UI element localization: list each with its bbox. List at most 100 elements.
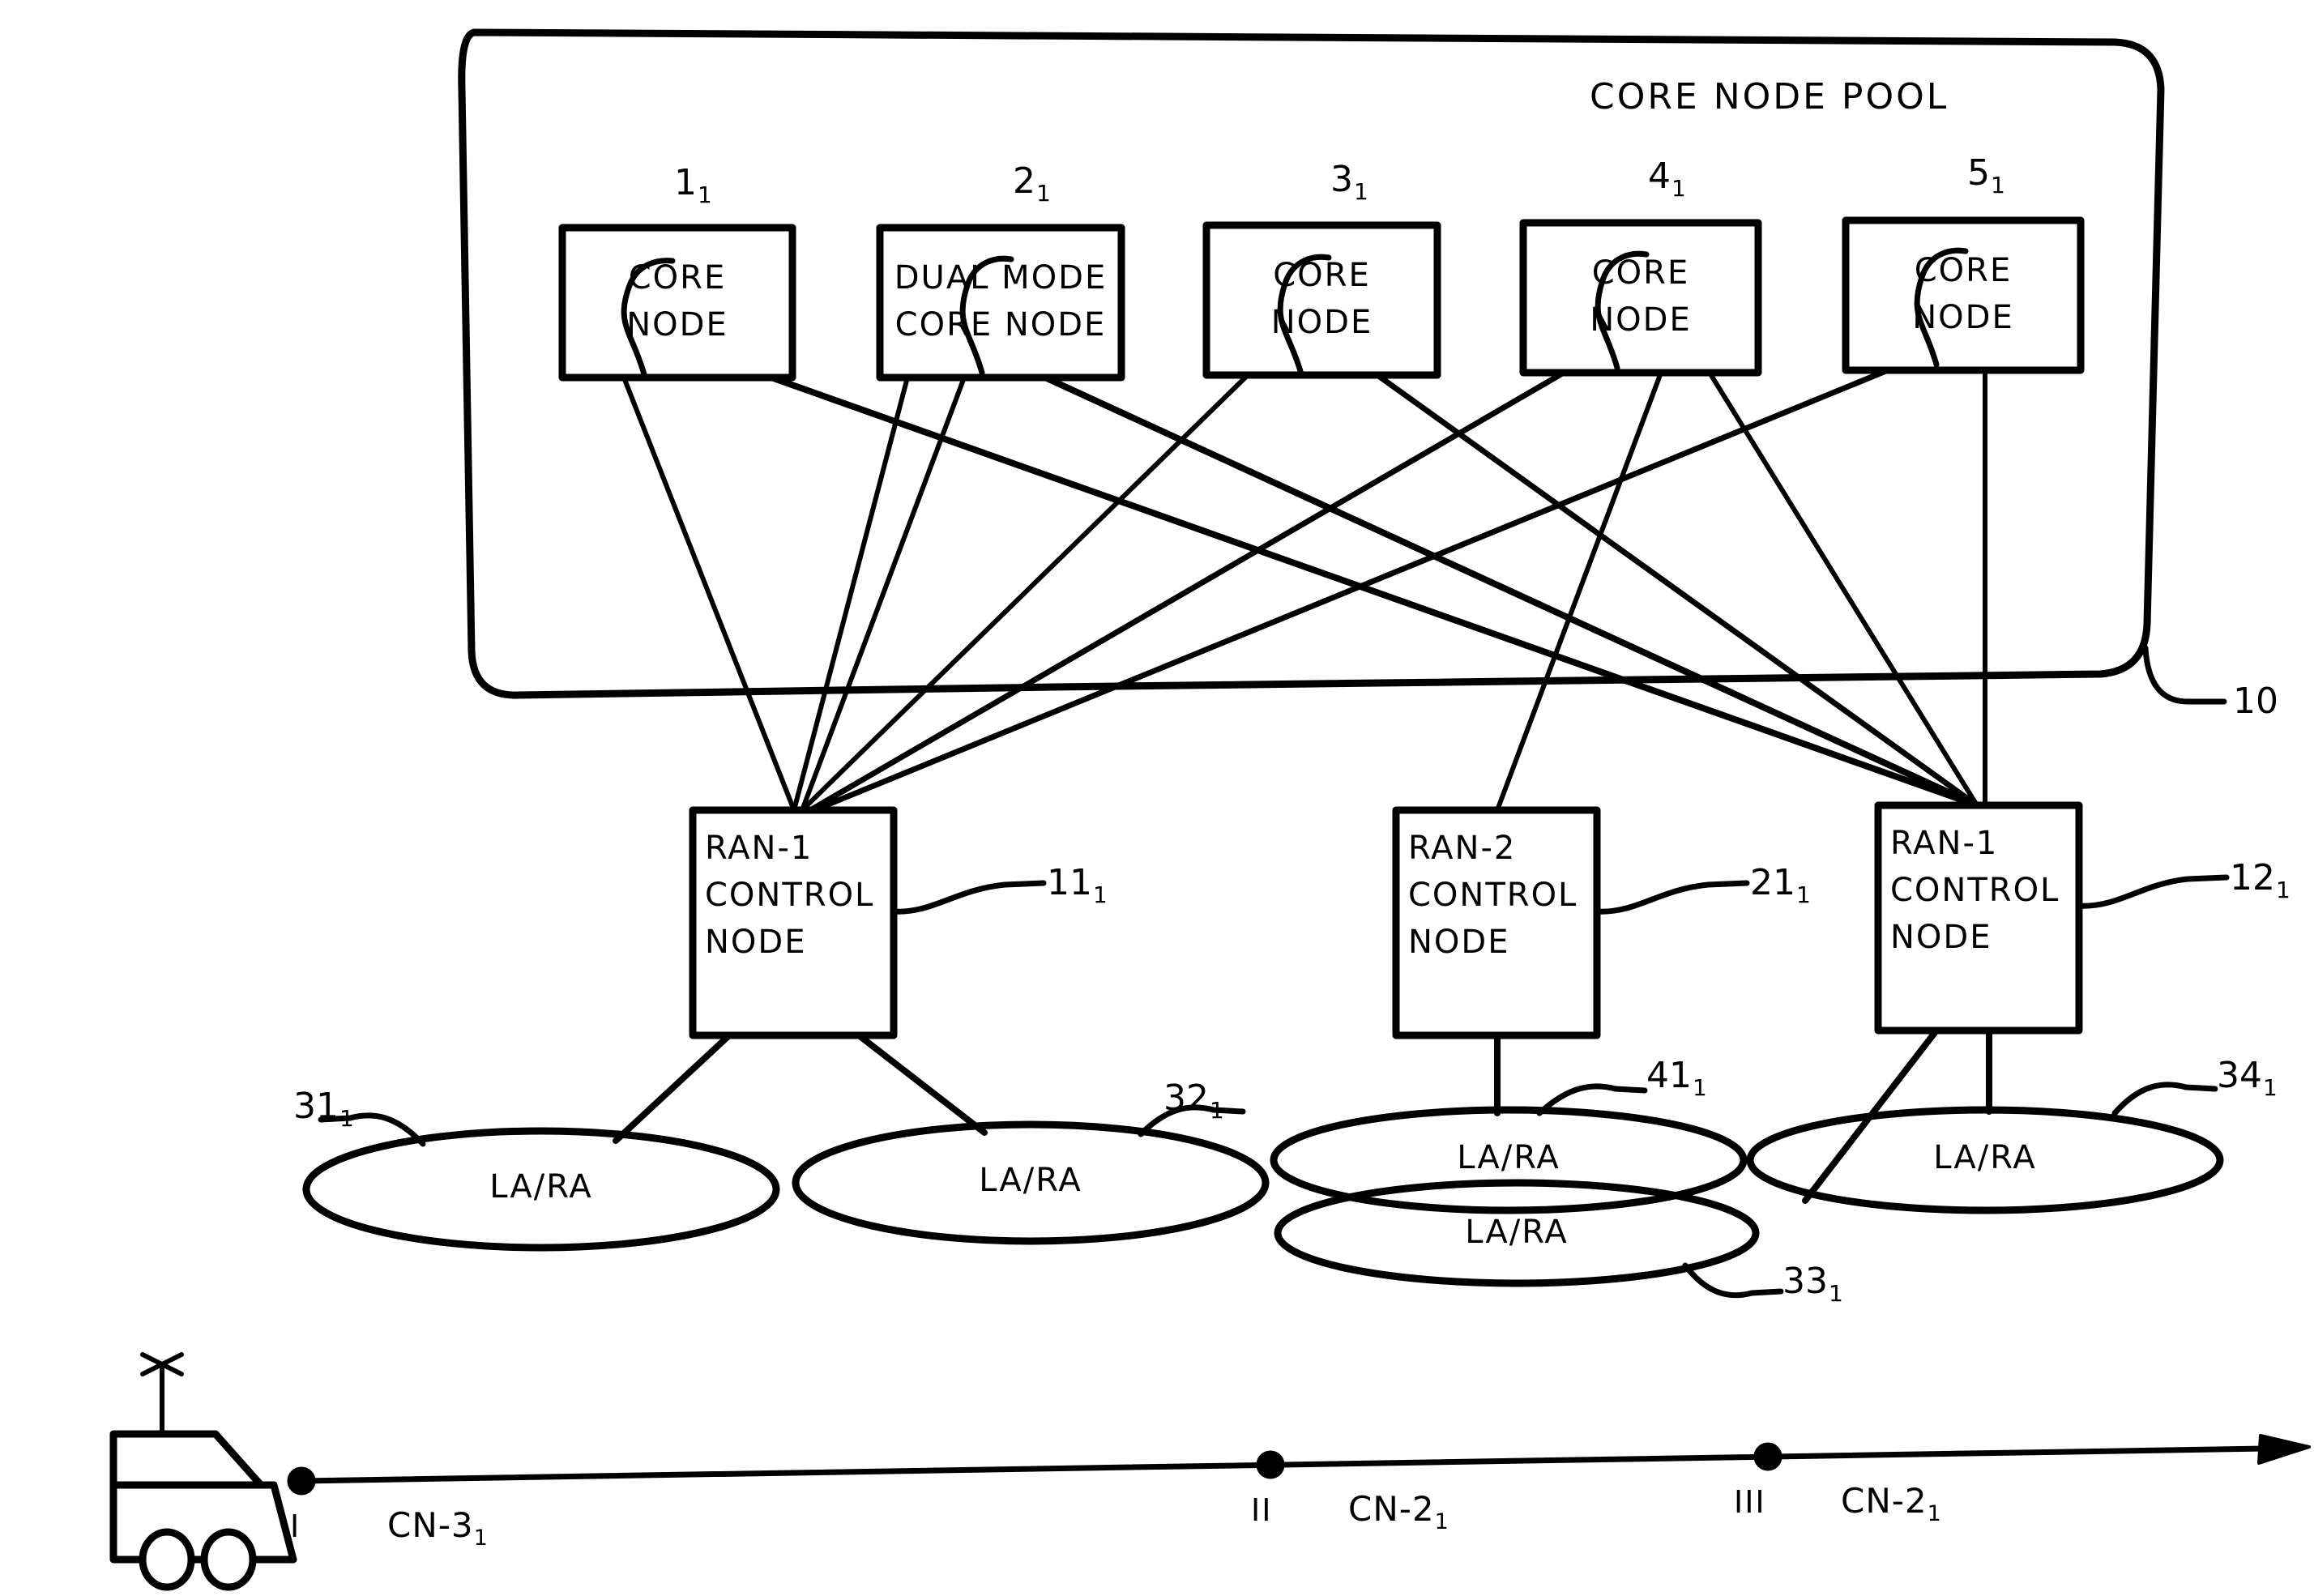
vehicle-wheel-rear xyxy=(200,1528,257,1591)
la-ra-41-label: LA/RA xyxy=(1457,1139,1560,1176)
timeline-marker-1-cn-prefix: CN-3 xyxy=(387,1505,474,1545)
core-node-2-ref: 21 xyxy=(1013,160,1051,207)
link-cn2-ran1a xyxy=(792,375,910,813)
patent-figure: CORE NODE POOL 10 CORE NODE 11 DUAL MODE… xyxy=(0,0,2314,1596)
la-ra-33-label: LA/RA xyxy=(1465,1214,1569,1251)
core-node-4-label-line1: CORE xyxy=(1591,254,1690,292)
ran-control-node-1-line3: NODE xyxy=(705,924,807,961)
ran-control-node-3-line2: CONTROL xyxy=(1890,872,2060,909)
la-ra-31-ref-sub: 1 xyxy=(339,1105,354,1132)
timeline-marker-3-cn-sub: 1 xyxy=(1927,1501,1942,1526)
core-node-4-label-line2: NODE xyxy=(1590,301,1692,339)
timeline-marker-3-cn: CN-21 xyxy=(1841,1481,1942,1526)
link-ran1-lara32 xyxy=(856,1032,988,1136)
core-node-1-ref-sub: 1 xyxy=(698,181,712,208)
link-cn1-ran1 xyxy=(621,375,796,813)
la-ra-33-ref-sub: 1 xyxy=(1829,1280,1843,1307)
ran-control-node-1-ref-num: 11 xyxy=(1047,862,1092,903)
core-node-3-ref-sub: 1 xyxy=(1354,178,1368,205)
figure-canvas xyxy=(109,28,2311,1591)
ran-control-node-2-ref-leader xyxy=(1594,880,1750,915)
ran-control-node-3-ref-sub: 1 xyxy=(2276,877,2291,903)
la-ra-34-label: LA/RA xyxy=(1933,1139,2037,1176)
core-node-1-label-line2: NODE xyxy=(626,306,728,344)
timeline-marker-1-roman: I xyxy=(290,1509,301,1544)
core-node-2-label-line1: DUAL MODE xyxy=(894,259,1108,297)
link-ran1-lara31 xyxy=(613,1032,732,1144)
la-ra-32-ref: 321 xyxy=(1163,1078,1224,1124)
timeline-marker-2-cn: CN-21 xyxy=(1348,1489,1449,1534)
core-node-5-ref-num: 5 xyxy=(1967,152,1990,194)
timeline-dot-2 xyxy=(1256,1450,1285,1479)
core-node-5-ref: 51 xyxy=(1967,152,2005,198)
core-node-3-ref-num: 3 xyxy=(1330,159,1353,200)
core-node-2-ref-num: 2 xyxy=(1013,160,1035,202)
la-ra-41-ref-num: 41 xyxy=(1646,1055,1692,1096)
ran-control-node-1-ref-sub: 1 xyxy=(1093,881,1108,908)
timeline-dot-1 xyxy=(287,1466,316,1496)
link-cn5-ran1 xyxy=(811,367,1891,813)
core-node-2-label-line2: CORE NODE xyxy=(894,306,1107,344)
pool-ref-leader xyxy=(2142,645,2227,705)
ran-control-node-3-line3: NODE xyxy=(1890,919,1992,956)
la-ra-31-label: LA/RA xyxy=(489,1168,593,1206)
link-cn4-ran1 xyxy=(807,369,1567,813)
la-ra-41-ref: 411 xyxy=(1646,1055,1707,1101)
core-node-1-ref-num: 1 xyxy=(674,162,697,203)
ran-control-node-2-ref-num: 21 xyxy=(1750,862,1795,903)
core-node-2-box xyxy=(876,224,1125,382)
la-ra-34-ref-sub: 1 xyxy=(2263,1074,2278,1101)
timeline-arrowhead xyxy=(2257,1434,2311,1465)
la-ra-32-label: LA/RA xyxy=(979,1162,1082,1199)
ran-control-node-3-line1: RAN-1 xyxy=(1890,825,1999,862)
ran-control-node-2-line2: CONTROL xyxy=(1408,877,1578,914)
ran-control-node-3-ref-leader xyxy=(2076,874,2230,909)
ran-control-node-2-line3: NODE xyxy=(1408,924,1510,961)
ran-control-node-3-ref: 121 xyxy=(2230,857,2291,903)
core-node-4-ref-sub: 1 xyxy=(1671,175,1686,202)
link-cn3-ran3 xyxy=(1374,372,1980,809)
la-ra-31-ref-num: 31 xyxy=(293,1086,339,1127)
la-ra-34-ref: 341 xyxy=(2217,1055,2278,1101)
core-node-2-ref-sub: 1 xyxy=(1036,180,1051,207)
ran-control-node-1-line2: CONTROL xyxy=(705,877,875,914)
timeline-marker-1-cn-sub: 1 xyxy=(473,1526,489,1551)
la-ra-32-ref-sub: 1 xyxy=(1210,1097,1224,1124)
vehicle-cabin-upper xyxy=(109,1430,265,1489)
ran-control-node-2-ref-sub: 1 xyxy=(1796,881,1811,908)
la-ra-31-ref: 311 xyxy=(293,1086,354,1132)
la-ra-41-ref-sub: 1 xyxy=(1693,1074,1707,1101)
timeline-marker-1-cn: CN-31 xyxy=(387,1505,489,1551)
la-ra-33-ref-num: 33 xyxy=(1782,1261,1828,1302)
la-ra-32-ref-num: 32 xyxy=(1163,1078,1209,1119)
core-node-1-ref: 11 xyxy=(674,162,712,208)
timeline-marker-2-roman: II xyxy=(1251,1492,1273,1528)
core-node-3-label-line2: NODE xyxy=(1270,304,1373,341)
la-ra-33-ref-leader xyxy=(1682,1262,1784,1299)
core-node-4-ref-num: 4 xyxy=(1648,156,1671,197)
core-node-5-ref-sub: 1 xyxy=(1991,172,2005,198)
vehicle-wheel-front xyxy=(139,1528,195,1591)
core-node-5-box xyxy=(1842,216,2085,374)
core-node-1-box xyxy=(558,224,796,382)
link-cn4-ran2 xyxy=(1495,370,1663,813)
core-node-1-label-line1: CORE xyxy=(628,259,727,297)
core-node-pool-title: CORE NODE POOL xyxy=(1590,76,1949,117)
ran-control-node-2-line1: RAN-2 xyxy=(1408,830,1517,867)
pool-ref-number: 10 xyxy=(2233,681,2278,722)
timeline-marker-2-cn-sub: 1 xyxy=(1434,1509,1449,1534)
timeline-marker-3-cn-prefix: CN-2 xyxy=(1841,1481,1928,1521)
la-ra-33-ref: 331 xyxy=(1782,1261,1843,1307)
core-node-4-box xyxy=(1519,219,1762,377)
ran-control-node-3-ref-num: 12 xyxy=(2230,857,2275,898)
la-ra-34-ref-leader xyxy=(2111,1082,2218,1116)
ran-control-node-1-ref-leader xyxy=(890,880,1047,915)
timeline-dot-3 xyxy=(1753,1442,1782,1471)
ran-control-node-2-ref: 211 xyxy=(1750,862,1811,908)
ran-control-node-1-ref: 111 xyxy=(1047,862,1108,908)
core-node-3-box xyxy=(1202,221,1441,379)
core-node-3-ref: 31 xyxy=(1330,159,1368,205)
la-ra-34-ref-num: 34 xyxy=(2217,1055,2262,1096)
core-node-4-ref: 41 xyxy=(1648,156,1686,202)
timeline-marker-2-cn-prefix: CN-2 xyxy=(1348,1489,1435,1529)
